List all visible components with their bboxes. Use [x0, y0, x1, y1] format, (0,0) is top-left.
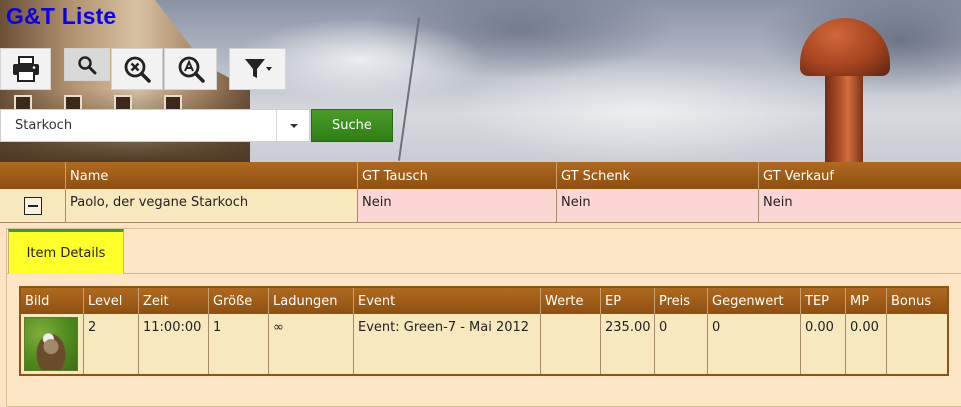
- item-details-table: Bild Level Zeit Größe Ladungen Event Wer…: [19, 286, 949, 376]
- cell-groesse: 1: [208, 314, 268, 374]
- antenna-image: [397, 17, 420, 161]
- item-details-header: Bild Level Zeit Größe Ladungen Event Wer…: [21, 288, 947, 314]
- table-row[interactable]: Paolo, der vegane Starkoch Nein Nein Nei…: [0, 189, 961, 223]
- column-header-gt-verkauf[interactable]: GT Verkauf: [758, 162, 961, 189]
- search-combobox: [0, 109, 310, 142]
- printer-icon: [12, 56, 39, 82]
- item-image: [24, 317, 78, 371]
- cell-gegenwert: 0: [707, 314, 800, 374]
- cell-gt-verkauf: Nein: [758, 189, 961, 223]
- cell-event: Event: Green-7 - Mai 2012: [353, 314, 540, 374]
- table-row: 2 11:00:00 1 ∞ Event: Green-7 - Mai 2012…: [21, 314, 947, 374]
- chevron-down-icon: [289, 123, 298, 128]
- filter-button[interactable]: [229, 48, 286, 90]
- column-header-mp[interactable]: MP: [845, 288, 886, 314]
- cell-ep: 235.00: [600, 314, 654, 374]
- column-header-preis[interactable]: Preis: [654, 288, 707, 314]
- search-dropdown-toggle[interactable]: [276, 110, 310, 141]
- search-icon: [78, 55, 97, 74]
- zoom-x-icon: [124, 56, 151, 83]
- cell-gt-tausch: Nein: [357, 189, 556, 223]
- cell-werte: [540, 314, 600, 374]
- grid-header: Name GT Tausch GT Schenk GT Verkauf: [0, 162, 961, 189]
- cell-mp: 0.00: [845, 314, 886, 374]
- column-header-event[interactable]: Event: [353, 288, 540, 314]
- cell-tep: 0.00: [800, 314, 845, 374]
- print-button[interactable]: [0, 48, 51, 90]
- column-header-zeit[interactable]: Zeit: [138, 288, 208, 314]
- mushroom-image: [800, 18, 890, 76]
- column-header-tep[interactable]: TEP: [800, 288, 845, 314]
- column-header-level[interactable]: Level: [83, 288, 138, 314]
- column-header-ladungen[interactable]: Ladungen: [268, 288, 353, 314]
- column-header-gegenwert[interactable]: Gegenwert: [707, 288, 800, 314]
- cell-name: Paolo, der vegane Starkoch: [65, 189, 357, 223]
- cell-ladungen: ∞: [268, 314, 353, 374]
- cell-level: 2: [83, 314, 138, 374]
- cell-bonus: [886, 314, 947, 374]
- submit-search-button[interactable]: Suche: [311, 109, 393, 142]
- tab-item-details[interactable]: Item Details: [8, 229, 124, 274]
- column-header-name[interactable]: Name: [65, 162, 357, 189]
- column-header-bild[interactable]: Bild: [21, 288, 83, 314]
- search-button[interactable]: [64, 48, 110, 81]
- grid-header-toggle: [0, 162, 65, 189]
- advanced-search-button[interactable]: [164, 48, 217, 90]
- column-header-groesse[interactable]: Größe: [208, 288, 268, 314]
- cell-bild: [21, 314, 83, 374]
- collapse-icon[interactable]: [23, 196, 42, 215]
- tab-strip: Item Details: [7, 229, 961, 274]
- cell-preis: 0: [654, 314, 707, 374]
- column-header-ep[interactable]: EP: [600, 288, 654, 314]
- zoom-a-icon: [178, 56, 205, 83]
- filter-icon: [244, 59, 272, 78]
- column-header-werte[interactable]: Werte: [540, 288, 600, 314]
- column-header-gt-schenk[interactable]: GT Schenk: [556, 162, 758, 189]
- search-input[interactable]: [1, 110, 275, 141]
- app-title: G&T Liste: [6, 3, 117, 29]
- cell-zeit: 11:00:00: [138, 314, 208, 374]
- column-header-gt-tausch[interactable]: GT Tausch: [357, 162, 556, 189]
- detail-panel: Item Details Bild Level Zeit Größe Ladun…: [6, 228, 961, 407]
- cell-gt-schenk: Nein: [556, 189, 758, 223]
- column-header-bonus[interactable]: Bonus: [886, 288, 947, 314]
- clear-search-button[interactable]: [111, 48, 163, 90]
- chevron-down-icon: [265, 67, 272, 71]
- row-toggle-cell: [0, 189, 65, 223]
